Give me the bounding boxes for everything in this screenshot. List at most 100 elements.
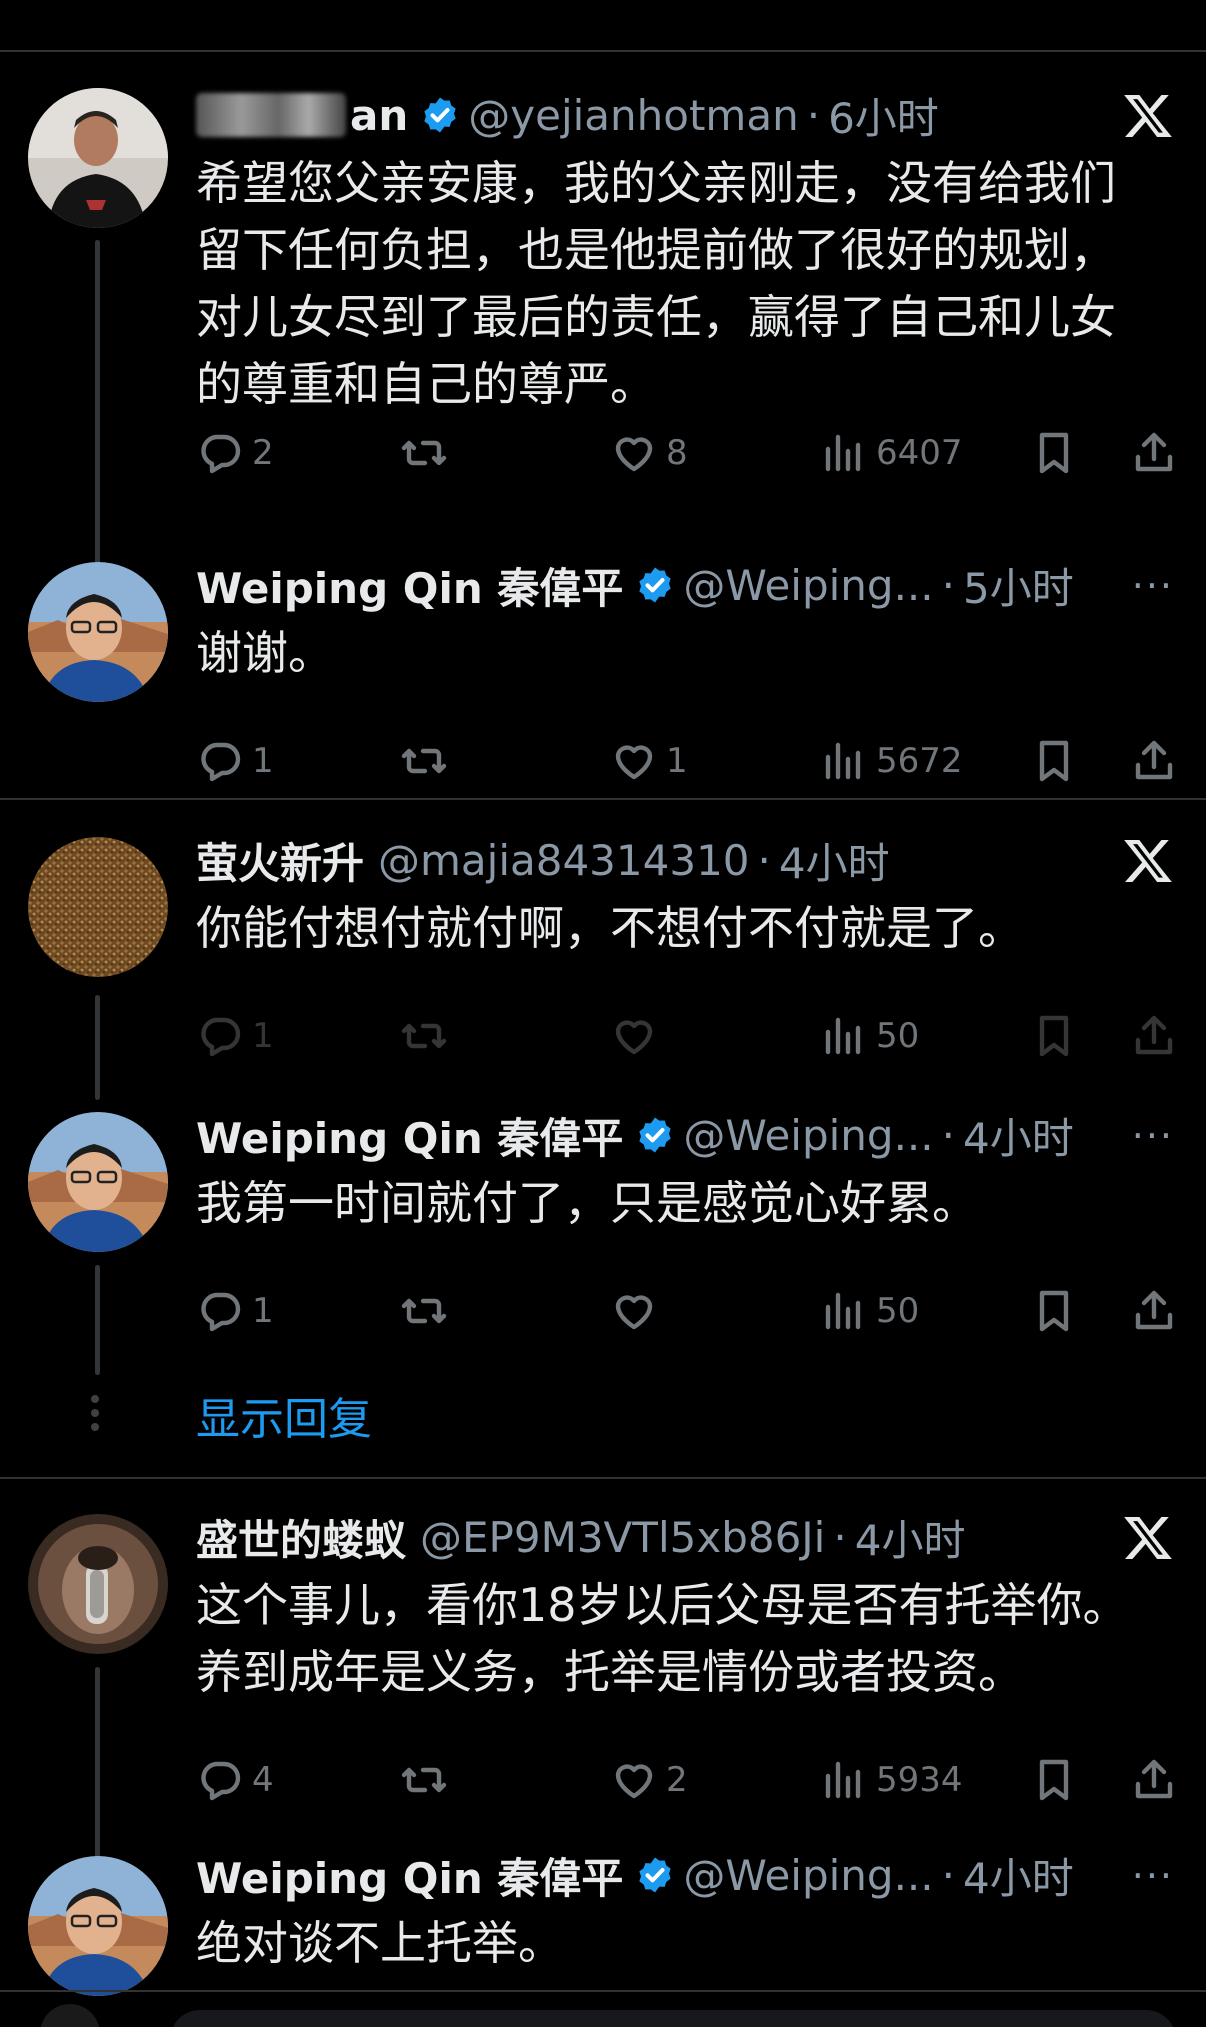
share-button[interactable] bbox=[1130, 1283, 1178, 1339]
composer-avatar bbox=[40, 2004, 100, 2027]
post-text-line: 养到成年是义务，托举是情份或者投资。 bbox=[196, 1645, 1024, 1699]
views-button[interactable]: 50 bbox=[820, 1008, 919, 1064]
bookmark-button[interactable] bbox=[1030, 1752, 1078, 1808]
reply-composer-bar bbox=[0, 1990, 1206, 2027]
views-button[interactable]: 50 bbox=[820, 1283, 919, 1339]
show-replies-link[interactable]: 显示回复 bbox=[196, 1383, 372, 1447]
post-text-line: 这个事儿，看你18岁以后父母是否有托举你。 bbox=[196, 1578, 1129, 1632]
heart-icon bbox=[615, 1764, 653, 1799]
post-time[interactable]: 4小时 bbox=[779, 830, 890, 891]
post-text: 这个事儿，看你18岁以后父母是否有托举你。 养到成年是义务，托举是情份或者投资。 bbox=[196, 1572, 1186, 1706]
reply-count: 1 bbox=[252, 741, 274, 781]
view-count: 50 bbox=[876, 1016, 920, 1056]
avatar[interactable] bbox=[28, 1112, 168, 1252]
post-text: 绝对谈不上托举。 bbox=[196, 1910, 1186, 1977]
author-name[interactable]: Weiping Qin 秦偉平 bbox=[196, 1845, 623, 1906]
reply-icon bbox=[201, 434, 241, 474]
avatar[interactable] bbox=[28, 1514, 168, 1654]
post-header: Weiping Qin 秦偉平 @Weiping... · 4小时 bbox=[196, 1840, 1186, 1910]
post-text: 你能付想付就付啊，不想付不付就是了。 bbox=[196, 895, 1186, 962]
verified-badge-icon bbox=[635, 1115, 675, 1155]
author-handle[interactable]: @Weiping... bbox=[683, 1111, 933, 1160]
more-replies-dots-icon bbox=[90, 1395, 100, 1437]
author-handle[interactable]: @Weiping... bbox=[683, 561, 933, 610]
reply-button[interactable]: 4 bbox=[196, 1752, 274, 1808]
view-count: 6407 bbox=[876, 433, 963, 473]
more-button[interactable]: ··· bbox=[1132, 556, 1174, 616]
author-handle[interactable]: @EP9M3VTl5xb86Ji bbox=[420, 1513, 825, 1562]
avatar[interactable] bbox=[28, 88, 168, 228]
heart-icon bbox=[615, 437, 653, 472]
post-header: 盛世的蝼蚁 @EP9M3VTl5xb86Ji · 4小时 bbox=[196, 1502, 1186, 1572]
post-body: 萤火新升 @majia84314310 · 4小时 你能付想付就付啊，不想付不付… bbox=[196, 825, 1186, 962]
post-text-line: 的尊重和自己的尊严。 bbox=[196, 357, 656, 411]
post-body: 盛世的蝼蚁 @EP9M3VTl5xb86Ji · 4小时 这个事儿，看你18岁以… bbox=[196, 1502, 1186, 1706]
like-button[interactable]: 8 bbox=[610, 425, 688, 481]
post-time[interactable]: 4小时 bbox=[963, 1105, 1074, 1166]
reply-button[interactable]: 1 bbox=[196, 1008, 274, 1064]
post-time[interactable]: 5小时 bbox=[963, 555, 1074, 616]
reply-button[interactable]: 2 bbox=[196, 425, 274, 481]
more-button[interactable]: ··· bbox=[1132, 1106, 1174, 1166]
like-button[interactable] bbox=[610, 1008, 658, 1064]
views-button[interactable]: 6407 bbox=[820, 425, 963, 481]
reply-count: 2 bbox=[252, 433, 274, 473]
share-button[interactable] bbox=[1130, 425, 1178, 481]
verified-badge-icon bbox=[635, 565, 675, 605]
view-count: 50 bbox=[876, 1291, 920, 1331]
post-time[interactable]: 4小时 bbox=[855, 1507, 966, 1568]
views-icon bbox=[825, 742, 861, 780]
separator-dot: · bbox=[833, 1512, 847, 1562]
reply-button[interactable]: 1 bbox=[196, 1283, 274, 1339]
avatar[interactable] bbox=[28, 837, 168, 977]
separator-dot: · bbox=[941, 560, 955, 610]
author-name[interactable]: Weiping Qin 秦偉平 bbox=[196, 1105, 623, 1166]
share-button[interactable] bbox=[1130, 733, 1178, 789]
bookmark-button[interactable] bbox=[1030, 733, 1078, 789]
avatar[interactable] bbox=[28, 1856, 168, 1996]
views-button[interactable]: 5672 bbox=[820, 733, 963, 789]
reply-icon bbox=[201, 1017, 241, 1057]
view-count: 5672 bbox=[876, 741, 963, 781]
conversation-divider bbox=[0, 798, 1206, 800]
more-button[interactable]: ··· bbox=[1132, 1846, 1174, 1906]
post-time[interactable]: 6小时 bbox=[828, 85, 939, 146]
like-button[interactable]: 2 bbox=[610, 1752, 688, 1808]
views-icon bbox=[825, 1017, 861, 1055]
reply-button[interactable]: 1 bbox=[196, 733, 274, 789]
author-handle[interactable]: @majia84314310 bbox=[378, 836, 750, 885]
retweet-button[interactable] bbox=[400, 1283, 448, 1339]
author-handle[interactable]: @Weiping... bbox=[683, 1851, 933, 1900]
author-handle[interactable]: @yejianhotman bbox=[468, 91, 798, 140]
avatar[interactable] bbox=[28, 562, 168, 702]
author-name[interactable]: Weiping Qin 秦偉平 bbox=[196, 555, 623, 616]
share-button[interactable] bbox=[1130, 1008, 1178, 1064]
retweet-button[interactable] bbox=[400, 1752, 448, 1808]
post-time[interactable]: 4小时 bbox=[963, 1845, 1074, 1906]
author-name[interactable]: an bbox=[350, 91, 408, 140]
bookmark-button[interactable] bbox=[1030, 1283, 1078, 1339]
retweet-button[interactable] bbox=[400, 425, 448, 481]
post-header: Weiping Qin 秦偉平 @Weiping... · 4小时 bbox=[196, 1100, 1186, 1170]
author-name[interactable]: 盛世的蝼蚁 bbox=[196, 1507, 406, 1568]
reply-input[interactable] bbox=[170, 2010, 1176, 2027]
views-button[interactable]: 5934 bbox=[820, 1752, 963, 1808]
retweet-button[interactable] bbox=[400, 1008, 448, 1064]
like-button[interactable]: 1 bbox=[610, 733, 688, 789]
share-button[interactable] bbox=[1130, 1752, 1178, 1808]
post-text-line: 谢谢。 bbox=[196, 626, 334, 680]
reply-icon bbox=[201, 1292, 241, 1332]
post-text-line: 希望您父亲安康，我的父亲刚走，没有给我们 bbox=[196, 156, 1116, 210]
post-body: an @yejianhotman · 6小时 希望您父亲安康，我的父亲刚走，没有… bbox=[196, 80, 1186, 418]
action-bar: 1 50 bbox=[196, 1283, 1186, 1339]
post-text: 谢谢。 bbox=[196, 620, 1186, 687]
reply-count: 1 bbox=[252, 1016, 274, 1056]
bookmark-button[interactable] bbox=[1030, 1008, 1078, 1064]
author-name[interactable]: 萤火新升 bbox=[196, 830, 364, 891]
blurred-name bbox=[196, 93, 346, 137]
share-icon bbox=[1135, 1759, 1173, 1799]
post-body: Weiping Qin 秦偉平 @Weiping... · 5小时 谢谢。 bbox=[196, 550, 1186, 687]
retweet-button[interactable] bbox=[400, 733, 448, 789]
bookmark-button[interactable] bbox=[1030, 425, 1078, 481]
like-button[interactable] bbox=[610, 1283, 658, 1339]
